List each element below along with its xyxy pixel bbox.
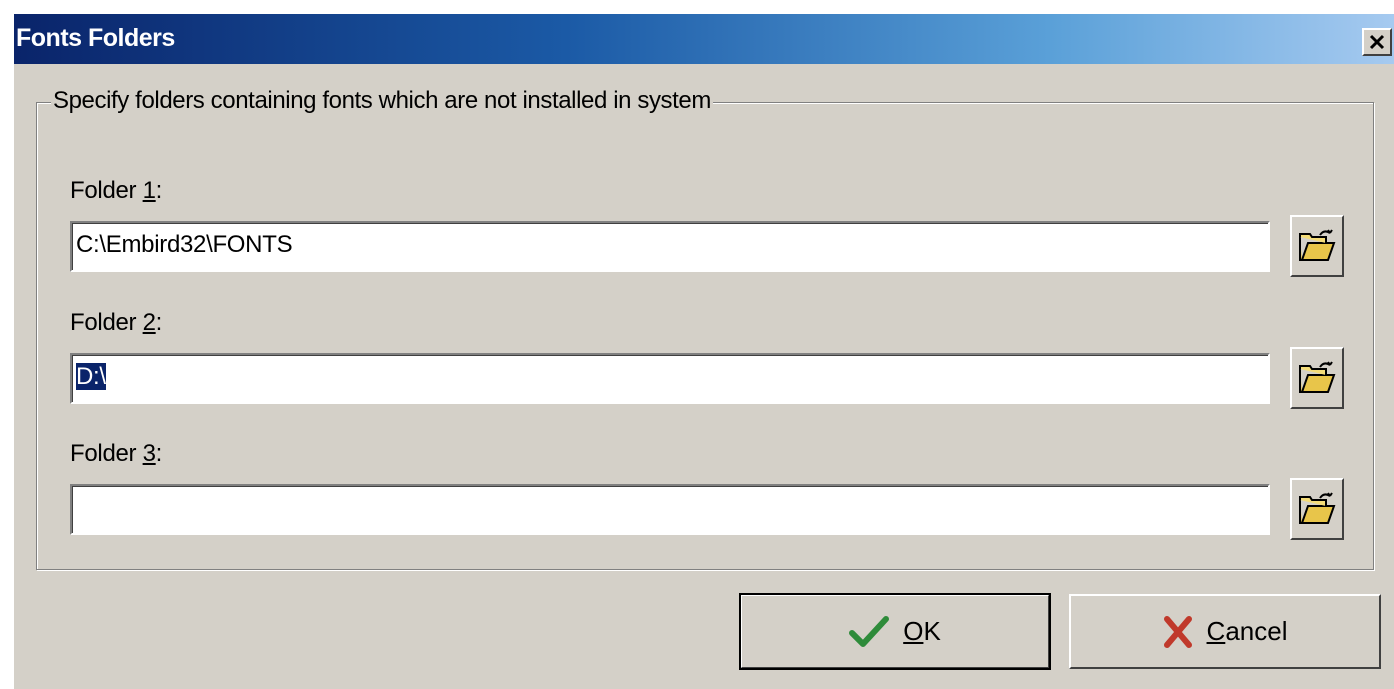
folder-1-label-suffix: : bbox=[155, 177, 163, 204]
open-folder-icon bbox=[1299, 492, 1336, 524]
close-button[interactable] bbox=[1362, 28, 1392, 56]
folder-3-input[interactable] bbox=[70, 484, 1270, 535]
checkmark-icon bbox=[849, 615, 890, 647]
folder-1-input[interactable]: C:\Embird32\FONTS bbox=[70, 221, 1270, 272]
title-bar[interactable]: Fonts Folders bbox=[14, 14, 1394, 64]
folder-2-browse-button[interactable] bbox=[1290, 347, 1344, 409]
ok-button[interactable]: OK bbox=[739, 593, 1051, 670]
folder-2-label-suffix: : bbox=[155, 309, 163, 336]
window-title: Fonts Folders bbox=[16, 24, 175, 52]
folder-2-label-prefix: Folder bbox=[70, 309, 143, 336]
folder-2-label-key: 2 bbox=[142, 309, 156, 336]
ok-label: OK bbox=[903, 616, 941, 647]
cancel-button[interactable]: Cancel bbox=[1069, 594, 1381, 669]
folder-2-input[interactable]: D:\ bbox=[70, 353, 1270, 404]
folder-3-browse-button[interactable] bbox=[1290, 478, 1344, 540]
cancel-label: Cancel bbox=[1207, 616, 1288, 647]
open-folder-icon bbox=[1299, 229, 1336, 261]
fonts-folders-dialog: Fonts Folders Specify folders containing… bbox=[13, 13, 1394, 689]
folder-2-label: Folder 2: bbox=[70, 309, 162, 337]
open-folder-icon bbox=[1299, 361, 1336, 393]
folder-1-value: C:\Embird32\FONTS bbox=[76, 231, 293, 258]
close-icon bbox=[1369, 34, 1385, 50]
ok-label-rest: K bbox=[923, 616, 941, 646]
folder-3-label-key: 3 bbox=[142, 440, 156, 467]
folder-1-label-prefix: Folder bbox=[70, 177, 143, 204]
folder-3-label-prefix: Folder bbox=[70, 440, 143, 467]
folder-1-label-key: 1 bbox=[142, 177, 156, 204]
folder-1-browse-button[interactable] bbox=[1290, 215, 1344, 277]
x-mark-icon bbox=[1163, 615, 1192, 648]
ok-label-key: O bbox=[903, 616, 924, 646]
folder-2-value: D:\ bbox=[76, 363, 106, 390]
groupbox-title: Specify folders containing fonts which a… bbox=[51, 87, 713, 115]
folder-3-label: Folder 3: bbox=[70, 440, 162, 468]
cancel-label-key: C bbox=[1206, 616, 1226, 646]
folder-3-label-suffix: : bbox=[155, 440, 163, 467]
folder-1-label: Folder 1: bbox=[70, 177, 162, 205]
folders-groupbox: Specify folders containing fonts which a… bbox=[36, 87, 1374, 570]
cancel-label-rest: ancel bbox=[1225, 616, 1288, 646]
